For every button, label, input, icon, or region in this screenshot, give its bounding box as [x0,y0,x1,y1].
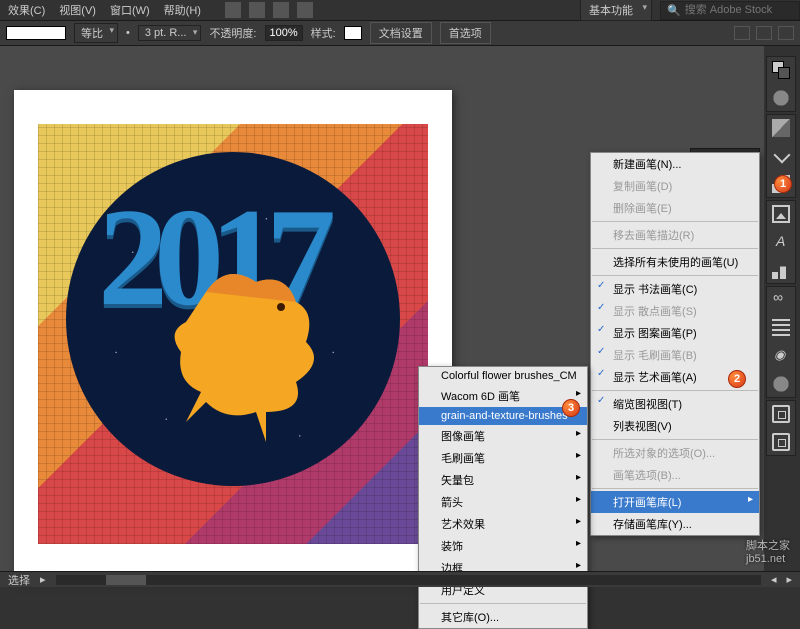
workspace-combo[interactable]: 基本功能 [580,0,652,21]
color-guide-icon[interactable] [772,89,790,107]
align-icon[interactable] [734,26,750,40]
menu-item: 显示 散点画笔(S) [591,300,759,322]
stroke-icon[interactable] [772,261,790,279]
artboards-icon[interactable] [772,433,790,451]
menu-item: 复制画笔(D) [591,175,759,197]
chevron-right-icon[interactable]: ▸ [40,573,46,586]
menu-item: 画笔选项(B)... [591,464,759,486]
menu-item[interactable]: 艺术效果 [419,513,587,535]
horizontal-scrollbar[interactable] [56,575,761,585]
callout-badge-2: 2 [728,370,746,388]
status-bar: 选择 ▸ ◂ ▸ [0,571,800,587]
menu-item[interactable]: Colorful flower brushes_CM [419,367,587,385]
text-icon[interactable] [772,233,790,251]
menu-item[interactable]: 矢量包 [419,469,587,491]
more-icon[interactable] [778,26,794,40]
menu-item[interactable]: 选择所有未使用的画笔(U) [591,251,759,273]
color-icon[interactable] [772,61,790,79]
align-icon[interactable] [772,319,790,337]
callout-badge-1: 1 [774,175,792,193]
chevron-left-icon[interactable]: ◂ [771,573,777,586]
menu-item[interactable]: 缩览图视图(T) [591,393,759,415]
menu-item: 显示 毛刷画笔(B) [591,344,759,366]
stock-icon[interactable] [249,2,265,18]
menu-item[interactable]: 效果(C) [8,2,45,18]
prefs-button[interactable]: 首选项 [440,22,491,44]
menu-item[interactable]: 显示 书法画笔(C) [591,278,759,300]
menu-item[interactable]: 图像画笔 [419,425,587,447]
control-bar: 等比 • 3 pt. R... 不透明度: 100% 样式: 文档设置 首选项 [0,20,800,46]
watermark: 脚本之家 jb51.net [746,537,790,565]
callout-badge-3: 3 [562,399,580,417]
menu-item[interactable]: 显示 图案画笔(P) [591,322,759,344]
menu-item: 移去画笔描边(R) [591,224,759,246]
menu-item[interactable]: 窗口(W) [110,2,150,18]
chevron-right-icon[interactable]: ▸ [786,573,792,586]
arrange-icon[interactable] [273,2,289,18]
style-label: 样式: [311,25,336,41]
menu-item[interactable]: 帮助(H) [164,2,201,18]
docsetup-button[interactable]: 文档设置 [370,22,432,44]
profile-combo[interactable]: 等比 [74,23,118,43]
search-input[interactable] [685,4,793,16]
style-swatch[interactable] [344,26,362,40]
search-box[interactable]: 🔍 [660,1,800,20]
stroke-preview[interactable] [6,26,66,40]
right-panel-stack [766,56,796,456]
menu-item[interactable]: 列表视图(V) [591,415,759,437]
swatches-icon[interactable] [772,119,790,137]
menu-item[interactable]: 毛刷画笔 [419,447,587,469]
navy-circle: 2017 [66,152,400,486]
opacity-input[interactable]: 100% [265,25,303,41]
brushes-flyout-menu: 新建画笔(N)...复制画笔(D)删除画笔(E) 移去画笔描边(R) 选择所有未使用… [590,152,760,536]
search-icon: 🔍 [667,4,681,17]
image-icon[interactable] [772,205,790,223]
transform-icon[interactable] [756,26,772,40]
opacity-label: 不透明度: [209,25,256,41]
artboard[interactable]: 2017 [14,90,452,580]
transparency-icon[interactable] [772,347,790,365]
gradient-icon[interactable] [772,291,790,309]
menu-item[interactable]: 视图(V) [59,2,96,18]
rooster-art [146,252,346,452]
menu-item[interactable]: 箭头 [419,491,587,513]
bridge-icon[interactable] [225,2,241,18]
menu-item: 所选对象的选项(O)... [591,442,759,464]
appearance-icon[interactable] [772,375,790,393]
brushes-icon[interactable] [772,147,790,165]
menu-item[interactable]: 新建画笔(N)... [591,153,759,175]
menu-item[interactable]: 存储画笔库(Y)... [591,513,759,535]
menu-item[interactable]: 其它库(O)... [419,606,587,628]
menu-item[interactable]: 打开画笔库(L) [591,491,759,513]
menu-item[interactable]: 装饰 [419,535,587,557]
layers-icon[interactable] [772,405,790,423]
status-tool: 选择 [8,572,30,588]
gpu-icon[interactable] [297,2,313,18]
stroke-weight[interactable]: 3 pt. R... [138,25,202,41]
menu-item: 删除画笔(E) [591,197,759,219]
